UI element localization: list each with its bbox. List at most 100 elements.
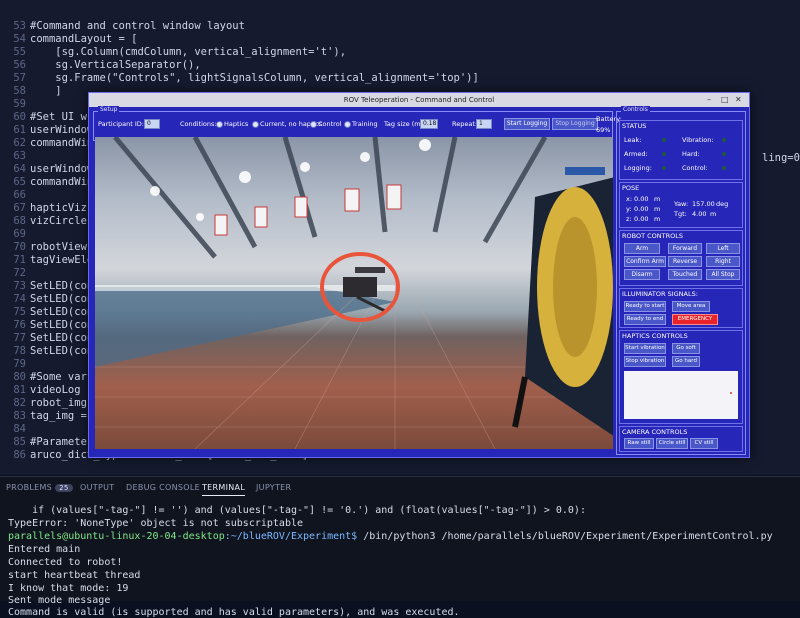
line-number: 75 — [13, 306, 26, 318]
participant-id-input[interactable]: 0 — [144, 119, 160, 129]
line-number: 65 — [13, 176, 26, 188]
reverse-button[interactable]: Reverse — [668, 256, 702, 267]
line-number: 68 — [13, 215, 26, 227]
z-value: 0.00 — [634, 215, 649, 223]
code-text: robotView — [30, 241, 87, 253]
left-button[interactable]: Left — [706, 243, 740, 254]
x-unit: m — [654, 195, 661, 203]
leak-label: Leak: — [624, 136, 642, 144]
radio-haptics[interactable] — [216, 121, 223, 128]
terminal-output: Command is valid (is supported and has v… — [8, 607, 460, 618]
yaw-label: Yaw: — [674, 200, 689, 208]
vibration-label: Vibration: — [682, 136, 714, 144]
control-led — [722, 166, 726, 170]
cable-reel — [512, 167, 613, 436]
line-number: 83 — [13, 410, 26, 422]
tab-terminal[interactable]: TERMINAL — [202, 483, 246, 496]
haptic-visualization-canvas — [624, 371, 738, 419]
line-number: 81 — [13, 384, 26, 396]
yaw-unit: deg — [716, 200, 729, 208]
confirm-arm-button[interactable]: Confirm Arm — [624, 256, 666, 267]
line-number: 71 — [13, 254, 26, 266]
prompt-path: :~/blueROV/Experiment$ — [224, 531, 358, 542]
line-number: 57 — [13, 72, 26, 84]
controls-frame-label: Controls — [621, 106, 650, 113]
setup-frame-label: Setup — [98, 106, 120, 113]
disarm-button[interactable]: Disarm — [624, 269, 660, 280]
tgt-unit: m — [710, 210, 717, 218]
start-logging-button[interactable]: Start Logging — [504, 118, 550, 130]
start-vibration-button[interactable]: Start vibration — [624, 343, 666, 354]
radio-current-no-haptics[interactable] — [252, 121, 259, 128]
tab-output[interactable]: OUTPUT — [80, 483, 114, 492]
all-stop-button[interactable]: All Stop — [706, 269, 740, 280]
radio-control[interactable] — [310, 121, 317, 128]
line-number: 67 — [13, 202, 26, 214]
line-number: 70 — [13, 241, 26, 253]
camera-controls-section: CAMERA CONTROLS Raw still Circle still C… — [619, 426, 743, 452]
forward-button[interactable]: Forward — [668, 243, 702, 254]
line-number: 55 — [13, 46, 26, 58]
status-section: STATUS Leak: Vibration: Armed: Hard: Log… — [619, 120, 743, 180]
armed-led — [662, 152, 666, 156]
status-title: STATUS — [622, 122, 647, 130]
code-text: sg.Frame("Controls", lightSignalsColumn,… — [30, 72, 479, 84]
go-soft-button[interactable]: Go soft — [672, 343, 700, 354]
arm-button[interactable]: Arm — [624, 243, 660, 254]
code-text: hapticViz — [30, 202, 87, 214]
tgt-value: 4.00 — [692, 210, 707, 218]
battery-value: 69% — [596, 126, 611, 134]
raw-still-button[interactable]: Raw still — [624, 438, 654, 449]
minimize-icon[interactable]: – — [707, 95, 711, 104]
tag-size-input[interactable]: 0.18 — [420, 119, 438, 129]
cv-still-button[interactable]: CV still — [690, 438, 718, 449]
ready-to-end-button[interactable]: Ready to end — [624, 314, 666, 325]
right-button[interactable]: Right — [706, 256, 740, 267]
line-number: 72 — [13, 267, 26, 279]
maximize-icon[interactable]: □ — [721, 95, 729, 104]
code-fragment: ling=0, — [762, 152, 800, 164]
y-unit: m — [654, 205, 661, 213]
code-text: [sg.Column(cmdColumn, vertical_alignment… — [30, 46, 347, 58]
radio-training[interactable] — [344, 121, 351, 128]
tab-jupyter[interactable]: JUPYTER — [256, 483, 291, 492]
stop-vibration-button[interactable]: Stop vibration — [624, 356, 666, 367]
circle-still-button[interactable]: Circle still — [656, 438, 688, 449]
code-text: tag_img = — [30, 410, 87, 422]
line-number: 66 — [13, 189, 26, 201]
problems-count-badge: 25 — [55, 484, 73, 492]
y-value: 0.00 — [634, 205, 649, 213]
code-text: SetLED(con — [30, 306, 94, 318]
illuminator-section: ILLUMINATOR SIGNALS: Ready to start Move… — [619, 288, 743, 328]
repeat-label: Repeat: — [452, 120, 478, 128]
window-titlebar[interactable]: ROV Teleoperation - Command and Control … — [89, 93, 749, 107]
line-number: 80 — [13, 371, 26, 383]
code-text: SetLED(con — [30, 332, 94, 344]
participant-label: Participant ID: — [98, 120, 144, 128]
code-text: SetLED(con — [30, 280, 94, 292]
tab-debug-console[interactable]: DEBUG CONSOLE — [126, 483, 200, 492]
terminal-output: Entered main — [8, 544, 81, 555]
repeat-input[interactable]: 1 — [476, 119, 492, 129]
terminal-output: start heartbeat thread — [8, 570, 141, 581]
code-text: ] — [30, 85, 62, 97]
code-text: #Set UI w — [30, 111, 87, 123]
close-icon[interactable]: ✕ — [735, 95, 742, 104]
go-hard-button[interactable]: Go hard — [672, 356, 700, 367]
x-value: 0.00 — [634, 195, 649, 203]
code-text: commandLayout = [ — [30, 33, 138, 45]
stop-logging-button[interactable]: Stop Logging — [552, 118, 598, 130]
touched-button[interactable]: Touched — [668, 269, 702, 280]
terminal-error: TypeError: 'NoneType' object is not subs… — [8, 518, 304, 529]
move-area-button[interactable]: Move area — [672, 301, 710, 312]
line-number: 63 — [13, 150, 26, 162]
code-text: robot_img — [30, 397, 87, 409]
ready-to-start-button[interactable]: Ready to start — [624, 301, 666, 312]
code-text: SetLED(con — [30, 345, 94, 357]
panel-tabs: PROBLEMS 25 OUTPUT DEBUG CONSOLE TERMINAL… — [0, 477, 800, 497]
tab-problems[interactable]: PROBLEMS 25 — [6, 483, 73, 492]
line-number: 77 — [13, 332, 26, 344]
line-number: 73 — [13, 280, 26, 292]
code-text: userWindow — [30, 163, 94, 175]
emergency-button[interactable]: EMERGENCY — [672, 314, 718, 325]
